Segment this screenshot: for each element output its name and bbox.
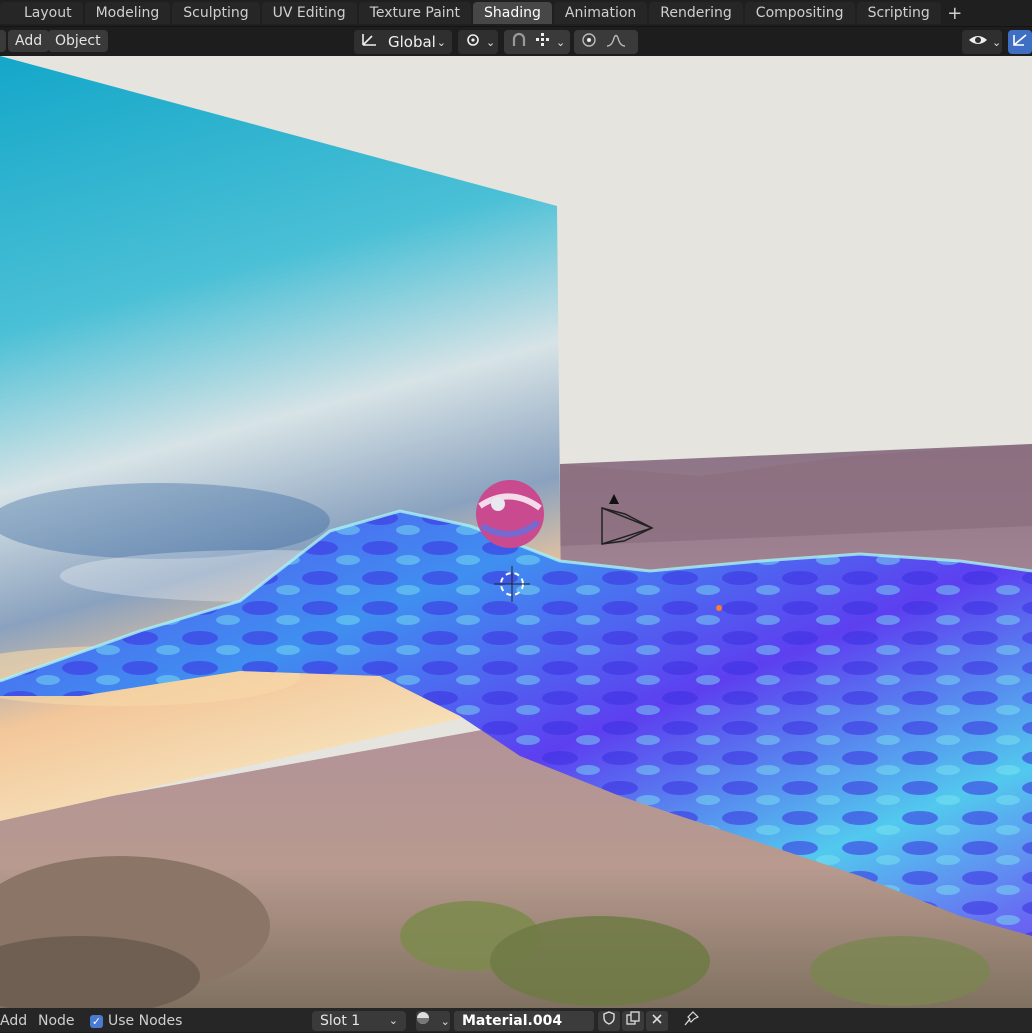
visibility-dropdown[interactable]: ⌄: [962, 30, 1002, 54]
pin-icon: [683, 1011, 700, 1031]
proportional-edit-group[interactable]: [574, 30, 638, 54]
snap-increment-icon[interactable]: [534, 32, 552, 52]
light-object[interactable]: [716, 605, 722, 611]
unlink-material-button[interactable]: [646, 1011, 668, 1031]
pivot-icon: [464, 32, 482, 52]
orientation-icon: [360, 32, 378, 52]
use-nodes-label: Use Nodes: [108, 1013, 183, 1029]
gizmo-toggle[interactable]: [1008, 30, 1032, 54]
tab-compositing[interactable]: Compositing: [744, 2, 855, 24]
chevron-down-icon: ⌄: [436, 35, 446, 49]
mode-dropdown-edge[interactable]: [0, 30, 6, 52]
eye-icon: [968, 32, 988, 52]
3d-viewport[interactable]: [0, 56, 1032, 1008]
tab-shading[interactable]: Shading: [473, 2, 552, 24]
add-menu-bottom[interactable]: Add: [0, 1011, 27, 1031]
chevron-down-icon: ⌄: [556, 35, 566, 49]
add-menu[interactable]: Add: [8, 30, 50, 52]
shader-editor-header: Add Node ✓ Use Nodes Slot 1 ⌄ ⌄ Material.…: [0, 1008, 1032, 1032]
sphere-object[interactable]: [476, 480, 544, 548]
tab-rendering[interactable]: Rendering: [649, 2, 743, 24]
chevron-down-icon: ⌄: [486, 35, 496, 49]
shield-icon: [602, 1011, 616, 1029]
tab-layout[interactable]: Layout: [0, 2, 83, 24]
pivot-point-dropdown[interactable]: ⌄: [458, 30, 498, 54]
workspace-tabs-bar: Layout Modeling Sculpting UV Editing Tex…: [0, 0, 1032, 27]
tab-modeling[interactable]: Modeling: [84, 2, 171, 24]
viewport-header: Add Object Global ⌄ ⌄ ⌄ ⌄: [0, 26, 1032, 56]
viewport-scene: [0, 56, 1032, 1008]
checkbox-checked-icon[interactable]: ✓: [90, 1014, 103, 1028]
chevron-down-icon: ⌄: [440, 1015, 450, 1028]
chevron-down-icon: ⌄: [388, 1014, 398, 1027]
material-sphere-icon: [416, 1012, 436, 1029]
fake-user-button[interactable]: [598, 1011, 620, 1031]
snap-group[interactable]: ⌄: [504, 30, 570, 54]
slot-dropdown[interactable]: Slot 1 ⌄: [312, 1011, 406, 1031]
falloff-icon[interactable]: [606, 32, 626, 52]
chevron-down-icon: ⌄: [992, 35, 1002, 49]
duplicate-icon: [626, 1011, 640, 1029]
material-name-field[interactable]: Material.004: [454, 1011, 594, 1031]
gizmo-icon: [1011, 32, 1029, 52]
tab-animation[interactable]: Animation: [553, 2, 648, 24]
add-workspace-button[interactable]: +: [943, 3, 967, 24]
tab-uv-editing[interactable]: UV Editing: [261, 2, 357, 24]
node-menu[interactable]: Node: [38, 1011, 75, 1031]
transform-orientation-dropdown[interactable]: Global ⌄: [354, 30, 452, 54]
slot-label: Slot 1: [320, 1013, 361, 1029]
snap-icon[interactable]: [510, 32, 528, 52]
proportional-edit-icon[interactable]: [580, 32, 598, 52]
duplicate-material-button[interactable]: [622, 1011, 644, 1031]
tab-texture-paint[interactable]: Texture Paint: [358, 2, 472, 24]
object-menu[interactable]: Object: [48, 30, 108, 52]
orientation-label: Global: [388, 33, 436, 51]
material-browse-button[interactable]: ⌄: [416, 1011, 450, 1031]
pin-button[interactable]: [680, 1011, 702, 1031]
use-nodes-toggle[interactable]: ✓ Use Nodes: [90, 1011, 182, 1031]
tab-sculpting[interactable]: Sculpting: [172, 2, 260, 24]
close-icon: [651, 1013, 663, 1029]
tab-scripting[interactable]: Scripting: [856, 2, 941, 24]
